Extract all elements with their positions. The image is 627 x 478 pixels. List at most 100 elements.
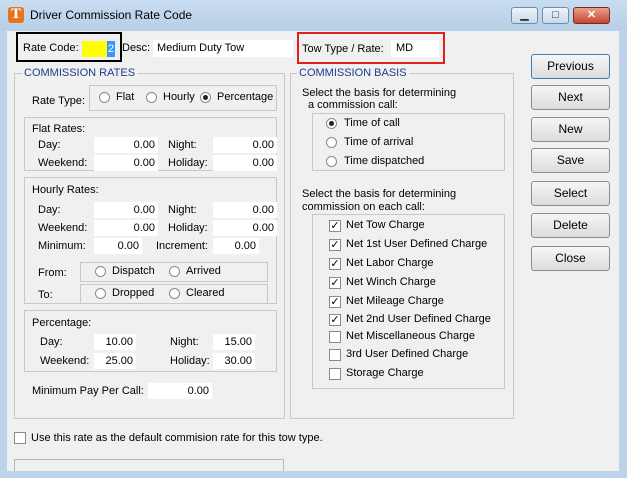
- tow-type-field[interactable]: MD: [391, 40, 439, 57]
- basis-prompt-line-1: Select the basis for determining: [302, 87, 457, 99]
- percentage-weekend-field[interactable]: 25.00: [94, 353, 136, 369]
- flat-holiday-field[interactable]: 0.00: [213, 155, 277, 171]
- percentage-night-label: Night:: [170, 336, 199, 348]
- flat-night-label: Night:: [168, 139, 197, 151]
- hourly-increment-field[interactable]: 0.00: [213, 238, 259, 254]
- hourly-increment-label: Increment:: [156, 240, 208, 252]
- flat-holiday-label: Holiday:: [168, 157, 208, 169]
- from-arrived-radio[interactable]: [169, 266, 180, 277]
- charge-checkbox[interactable]: ✓: [329, 239, 341, 251]
- commission-rates-title: COMMISSION RATES: [22, 67, 138, 79]
- close-window-button[interactable]: ✕: [573, 7, 610, 24]
- to-cleared-label: Cleared: [186, 287, 225, 299]
- rate-type-label: Rate Type:: [32, 95, 85, 107]
- flat-weekend-field[interactable]: 0.00: [94, 155, 158, 171]
- charge-label: Net 2nd User Defined Charge: [346, 313, 491, 325]
- flat-rates-title: Flat Rates:: [32, 123, 86, 135]
- basis-time-of-arrival-label: Time of arrival: [344, 136, 414, 148]
- flat-day-label: Day:: [38, 139, 61, 151]
- from-dispatch-label: Dispatch: [112, 265, 155, 277]
- delete-button[interactable]: Delete: [531, 213, 610, 238]
- desc-label: Desc:: [122, 42, 151, 54]
- from-dispatch-radio[interactable]: [95, 266, 106, 277]
- charges-prompt-line-2: commission on each call:: [302, 201, 425, 213]
- hourly-holiday-field[interactable]: 0.00: [213, 220, 277, 236]
- rate-code-label: Rate Code:: [23, 42, 79, 54]
- hourly-minimum-label: Minimum:: [38, 240, 86, 252]
- hourly-from-label: From:: [38, 267, 67, 279]
- charge-label: Net Tow Charge: [346, 219, 425, 231]
- desc-field[interactable]: Medium Duty Tow: [153, 40, 293, 57]
- percentage-night-field[interactable]: 15.00: [213, 334, 255, 350]
- basis-prompt-line-2: a commission call:: [308, 99, 398, 111]
- close-button[interactable]: Close: [531, 246, 610, 271]
- charge-checkbox[interactable]: ✓: [329, 296, 341, 308]
- charge-checkbox[interactable]: ✓: [329, 314, 341, 326]
- select-button[interactable]: Select: [531, 181, 610, 206]
- from-arrived-label: Arrived: [186, 265, 221, 277]
- hourly-weekend-field[interactable]: 0.00: [94, 220, 158, 236]
- next-button[interactable]: Next: [531, 85, 610, 110]
- save-button[interactable]: Save: [531, 148, 610, 173]
- hourly-to-label: To:: [38, 289, 53, 301]
- hourly-night-field[interactable]: 0.00: [213, 202, 277, 218]
- hourly-day-label: Day:: [38, 204, 61, 216]
- rate-type-percentage-label: Percentage: [217, 91, 274, 103]
- basis-time-dispatched-radio[interactable]: [326, 156, 337, 167]
- basis-time-of-arrival-radio[interactable]: [326, 137, 337, 148]
- charge-checkbox[interactable]: [329, 331, 341, 343]
- app-icon: T: [8, 7, 24, 23]
- charges-prompt-line-1: Select the basis for determining: [302, 188, 457, 200]
- charge-checkbox[interactable]: [329, 349, 341, 361]
- hourly-weekend-label: Weekend:: [38, 222, 88, 234]
- percentage-holiday-label: Holiday:: [170, 355, 210, 367]
- status-bar-panel: [14, 459, 284, 471]
- default-rate-label: Use this rate as the default commision r…: [31, 432, 323, 444]
- rate-type-flat-label: Flat: [116, 91, 135, 103]
- charge-label: Net Winch Charge: [346, 276, 436, 288]
- hourly-day-field[interactable]: 0.00: [94, 202, 158, 218]
- new-button[interactable]: New: [531, 117, 610, 142]
- flat-night-field[interactable]: 0.00: [213, 137, 277, 153]
- charge-checkbox[interactable]: ✓: [329, 220, 341, 232]
- window-title: Driver Commission Rate Code: [30, 8, 193, 22]
- percentage-day-field[interactable]: 10.00: [94, 334, 136, 350]
- rate-type-flat-radio[interactable]: [99, 92, 110, 103]
- charge-checkbox[interactable]: [329, 368, 341, 380]
- rate-type-hourly-radio[interactable]: [146, 92, 157, 103]
- default-rate-checkbox[interactable]: [14, 432, 26, 444]
- min-pay-label: Minimum Pay Per Call:: [32, 385, 144, 397]
- charge-checkbox[interactable]: ✓: [329, 258, 341, 270]
- commission-basis-title: COMMISSION BASIS: [297, 67, 409, 79]
- rate-code-field[interactable]: 2: [82, 41, 115, 57]
- charge-label: Net Mileage Charge: [346, 295, 444, 307]
- flat-day-field[interactable]: 0.00: [94, 137, 158, 153]
- percentage-day-label: Day:: [40, 336, 63, 348]
- charge-checkbox[interactable]: ✓: [329, 277, 341, 289]
- hourly-night-label: Night:: [168, 204, 197, 216]
- minimize-button[interactable]: ▁: [511, 7, 538, 24]
- tow-type-label: Tow Type / Rate:: [302, 43, 384, 55]
- rate-type-hourly-label: Hourly: [163, 91, 195, 103]
- percentage-holiday-field[interactable]: 30.00: [213, 353, 255, 369]
- previous-button[interactable]: Previous: [531, 54, 610, 79]
- charge-label: Storage Charge: [346, 367, 424, 379]
- charge-label: Net 1st User Defined Charge: [346, 238, 488, 250]
- percentage-title: Percentage:: [32, 317, 92, 329]
- basis-time-of-call-radio[interactable]: [326, 118, 337, 129]
- flat-weekend-label: Weekend:: [38, 157, 88, 169]
- basis-time-dispatched-label: Time dispatched: [344, 155, 425, 167]
- hourly-holiday-label: Holiday:: [168, 222, 208, 234]
- percentage-weekend-label: Weekend:: [40, 355, 90, 367]
- maximize-button[interactable]: □: [542, 7, 569, 24]
- charge-label: Net Labor Charge: [346, 257, 434, 269]
- charge-label: Net Miscellaneous Charge: [346, 330, 476, 342]
- to-dropped-radio[interactable]: [95, 288, 106, 299]
- hourly-minimum-field[interactable]: 0.00: [94, 238, 142, 254]
- rate-code-value: 2: [106, 41, 115, 57]
- to-cleared-radio[interactable]: [169, 288, 180, 299]
- min-pay-field[interactable]: 0.00: [148, 383, 212, 399]
- charge-label: 3rd User Defined Charge: [346, 348, 469, 360]
- rate-type-percentage-radio[interactable]: [200, 92, 211, 103]
- to-dropped-label: Dropped: [112, 287, 155, 299]
